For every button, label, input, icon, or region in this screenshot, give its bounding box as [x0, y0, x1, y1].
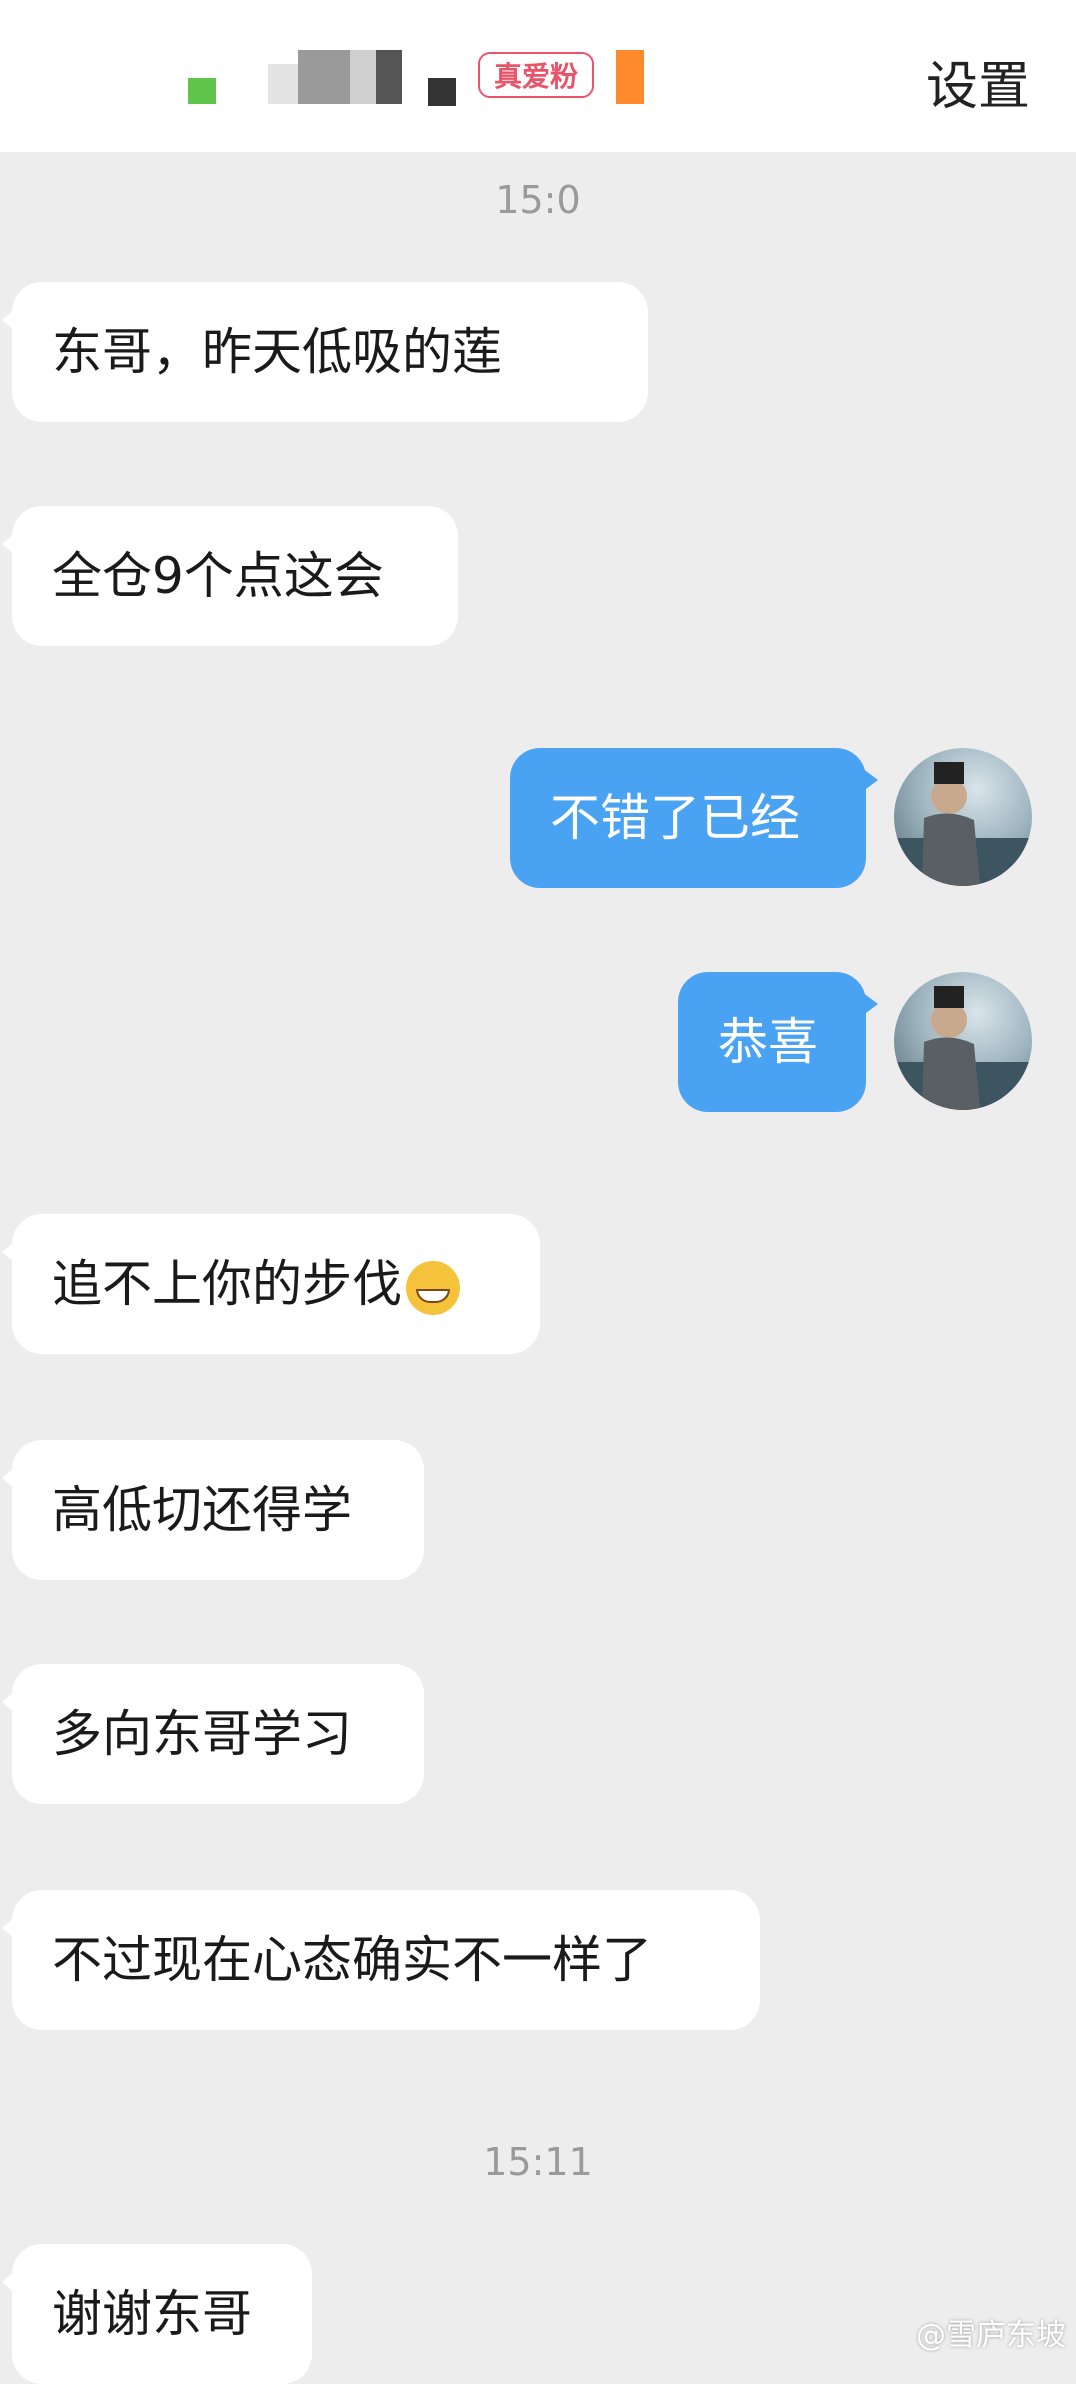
fan-badge: 真爱粉: [478, 52, 595, 98]
message-bubble[interactable]: 全仓9个点这会: [2, 506, 458, 646]
message-bubble[interactable]: 多向东哥学习: [2, 1664, 424, 1804]
message-text: 多向东哥学习: [52, 1705, 352, 1763]
message-text: 不错了已经: [550, 789, 800, 847]
avatar-portrait-icon: [894, 762, 1032, 886]
message-bubble[interactable]: 谢谢东哥: [2, 2244, 312, 2384]
message-bubble[interactable]: 不过现在心态确实不一样了: [2, 1890, 760, 2030]
obscured-name: [376, 50, 402, 104]
avatar-portrait-icon: [894, 986, 1032, 1110]
message-text: 追不上你的步伐: [52, 1255, 402, 1313]
my-avatar[interactable]: [894, 748, 1032, 886]
obscured-name: [298, 50, 350, 104]
my-avatar[interactable]: [894, 972, 1032, 1110]
timestamp: 15:11: [483, 2140, 593, 2184]
obscured-name: [428, 78, 456, 106]
message-bubble[interactable]: 东哥，昨天低吸的莲: [2, 282, 648, 422]
message-text: 恭喜: [718, 1013, 818, 1071]
message-bubble[interactable]: 高低切还得学: [2, 1440, 424, 1580]
settings-button[interactable]: 设置: [926, 44, 1030, 119]
obscured-name: [188, 78, 216, 104]
message-text: 高低切还得学: [52, 1481, 352, 1539]
message-text: 不过现在心态确实不一样了: [52, 1931, 652, 1989]
message-text: 全仓9个点这会: [52, 547, 384, 605]
message-bubble[interactable]: 追不上你的步伐: [2, 1214, 540, 1354]
message-bubble[interactable]: 恭喜: [678, 972, 878, 1112]
chat-header: 真爱粉 设置: [0, 0, 1076, 152]
grin-icon: [406, 1260, 460, 1315]
watermark: @雪庐东坡: [916, 2318, 1066, 2353]
obscured-name: [350, 50, 376, 104]
message-text: 东哥，昨天低吸的莲: [52, 323, 502, 381]
message-bubble[interactable]: 不错了已经: [510, 748, 878, 888]
timestamp: 15:0: [495, 178, 581, 222]
obscured-level: [616, 50, 644, 104]
message-text: 谢谢东哥: [52, 2285, 252, 2343]
obscured-name: [268, 64, 298, 104]
